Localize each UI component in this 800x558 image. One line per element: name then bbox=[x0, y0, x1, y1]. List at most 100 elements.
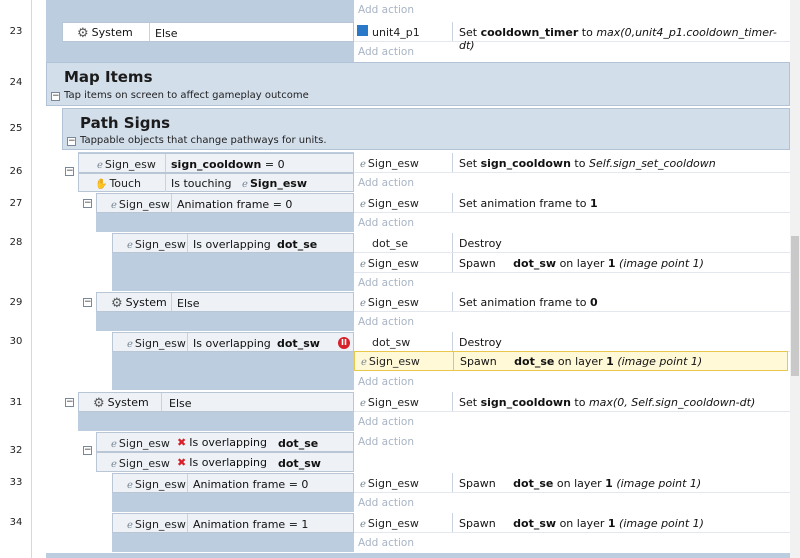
action-row[interactable]: ℯ Sign_esw Spawn dot_se on layer 1 (image… bbox=[354, 473, 790, 493]
sprite-icon: ℯ bbox=[361, 357, 367, 368]
condition-target: dot_se bbox=[278, 437, 319, 450]
breakpoint-icon[interactable]: II bbox=[338, 337, 350, 349]
system-object: ⚙ System bbox=[77, 26, 133, 41]
row-number-32: 32 bbox=[9, 445, 23, 456]
action-row[interactable]: ℯ Sign_esw Set animation frame to 0 bbox=[354, 292, 790, 312]
action-row-selected[interactable]: ℯ Sign_esw Spawn dot_se on layer 1 (image… bbox=[354, 351, 788, 371]
condition-object: ℯ Sign_esw bbox=[97, 158, 156, 171]
system-object: ⚙ System bbox=[111, 296, 167, 311]
action-row[interactable]: dot_se Destroy bbox=[354, 233, 790, 253]
condition-text: Else bbox=[155, 27, 178, 40]
scrollbar-thumb[interactable] bbox=[791, 236, 799, 376]
action-row[interactable]: unit4_p1 Set cooldown_timer to max(0,uni… bbox=[354, 22, 790, 52]
row-number-33: 33 bbox=[9, 477, 23, 488]
add-action-link[interactable]: Add action bbox=[358, 436, 414, 448]
sprite-icon: ℯ bbox=[127, 480, 133, 491]
event-28-condition[interactable]: ℯ Sign_esw Is overlapping dot_se bbox=[112, 233, 354, 253]
action-text: Spawn dot_se on layer 1 (image point 1) bbox=[459, 477, 702, 490]
action-object: ℯ Sign_esw bbox=[360, 257, 419, 270]
divider bbox=[149, 23, 150, 41]
collapse-toggle[interactable]: − bbox=[51, 92, 60, 101]
divider bbox=[161, 393, 162, 411]
row-number-27: 27 bbox=[9, 198, 23, 209]
add-action-link[interactable]: Add action bbox=[358, 4, 414, 16]
event-26-condition-1[interactable]: ℯ Sign_esw sign_cooldown = 0 bbox=[78, 153, 354, 173]
event-32-condition-1[interactable]: ℯ Sign_esw ✖ Is overlapping dot_se bbox=[96, 432, 354, 452]
add-action-link[interactable]: Add action bbox=[358, 217, 414, 229]
event-29-condition[interactable]: ⚙ System Else bbox=[96, 292, 354, 312]
group-title: Map Items bbox=[64, 68, 153, 86]
event-26-condition-2[interactable]: ✋ Touch Is touching ℯ Sign_esw bbox=[78, 173, 354, 192]
gear-icon: ⚙ bbox=[93, 396, 105, 411]
divider bbox=[452, 332, 453, 351]
event-33-actions: ℯ Sign_esw Spawn dot_se on layer 1 (image… bbox=[354, 473, 790, 512]
sprite-icon: ℯ bbox=[242, 179, 248, 190]
add-action-link[interactable]: Add action bbox=[358, 416, 414, 428]
action-row[interactable]: ℯ Sign_esw Set sign_cooldown to Self.sign… bbox=[354, 153, 790, 173]
divider bbox=[187, 333, 188, 351]
event-33-condition[interactable]: ℯ Sign_esw Animation frame = 0 bbox=[112, 473, 354, 493]
condition-object: ℯ Sign_esw bbox=[127, 478, 186, 491]
action-row[interactable]: ℯ Sign_esw Spawn dot_sw on layer 1 (image… bbox=[354, 253, 790, 273]
action-text: Spawn dot_sw on layer 1 (image point 1) bbox=[459, 257, 704, 270]
divider bbox=[187, 474, 188, 492]
event-31-condition[interactable]: ⚙ System Else bbox=[78, 392, 354, 412]
action-row[interactable]: ℯ Sign_esw Set animation frame to 1 bbox=[354, 193, 790, 213]
sprite-icon: ℯ bbox=[360, 398, 366, 409]
action-text: Set cooldown_timer to max(0,unit4_p1.coo… bbox=[459, 26, 777, 52]
divider bbox=[452, 392, 453, 411]
event-23-condition[interactable]: ⚙ System Else bbox=[62, 22, 354, 42]
action-area-prev[interactable]: Add action bbox=[354, 0, 790, 20]
divider bbox=[452, 153, 453, 172]
add-action-link[interactable]: Add action bbox=[358, 316, 414, 328]
collapse-toggle-26[interactable]: − bbox=[65, 167, 74, 176]
invert-x-icon: ✖ bbox=[177, 436, 187, 449]
event-32-condition-2[interactable]: ℯ Sign_esw ✖ Is overlapping dot_sw bbox=[96, 452, 354, 472]
gear-icon: ⚙ bbox=[77, 26, 89, 41]
event-30-condition[interactable]: ℯ Sign_esw Is overlapping dot_sw II bbox=[112, 332, 354, 352]
condition-text: Else bbox=[169, 397, 192, 410]
action-row[interactable]: dot_sw Destroy bbox=[354, 332, 790, 352]
collapse-toggle-31[interactable]: − bbox=[65, 398, 74, 407]
action-text: Set sign_cooldown to Self.sign_set_coold… bbox=[459, 157, 716, 170]
event-23-actions: unit4_p1 Set cooldown_timer to max(0,uni… bbox=[354, 22, 790, 62]
group-path-signs[interactable]: Path Signs − Tappable objects that chang… bbox=[62, 108, 790, 150]
condition-object: ℯ Sign_esw bbox=[111, 457, 170, 470]
event-26-actions: ℯ Sign_esw Set sign_cooldown to Self.sign… bbox=[354, 153, 790, 192]
sprite-icon: ℯ bbox=[360, 298, 366, 309]
add-action-link[interactable]: Add action bbox=[358, 177, 414, 189]
event-block-prev bbox=[46, 0, 354, 20]
divider bbox=[452, 253, 453, 272]
divider bbox=[187, 234, 188, 252]
divider bbox=[452, 22, 453, 41]
divider bbox=[187, 514, 188, 532]
row-number-25: 25 bbox=[9, 123, 23, 134]
add-action-link[interactable]: Add action bbox=[358, 537, 414, 549]
collapse-toggle-27[interactable]: − bbox=[83, 199, 92, 208]
row-number-24: 24 bbox=[9, 77, 23, 88]
add-action-link[interactable]: Add action bbox=[358, 277, 414, 289]
collapse-toggle-29[interactable]: − bbox=[83, 298, 92, 307]
condition-text: Is overlapping bbox=[193, 238, 271, 251]
group-title: Path Signs bbox=[80, 114, 171, 132]
condition-object: ✋ Touch bbox=[95, 177, 142, 190]
sprite-icon: ℯ bbox=[360, 199, 366, 210]
event-27-condition[interactable]: ℯ Sign_esw Animation frame = 0 bbox=[96, 193, 354, 213]
collapse-toggle-32[interactable]: − bbox=[83, 446, 92, 455]
add-action-link[interactable]: Add action bbox=[358, 497, 414, 509]
action-row[interactable]: ℯ Sign_esw Set sign_cooldown to max(0, Se… bbox=[354, 392, 790, 412]
collapse-toggle[interactable]: − bbox=[67, 137, 76, 146]
condition-text: Is touching ℯ Sign_esw bbox=[171, 177, 308, 190]
group-map-items[interactable]: Map Items − Tap items on screen to affec… bbox=[46, 62, 790, 106]
condition-text: ✖ Is overlapping bbox=[177, 436, 267, 449]
condition-text: Animation frame = 1 bbox=[193, 518, 309, 531]
action-row[interactable]: ℯ Sign_esw Spawn dot_sw on layer 1 (image… bbox=[354, 513, 790, 533]
gear-icon: ⚙ bbox=[111, 296, 123, 311]
condition-text: Else bbox=[177, 297, 200, 310]
action-text: Spawn dot_se on layer 1 (image point 1) bbox=[460, 355, 703, 368]
event-34-condition[interactable]: ℯ Sign_esw Animation frame = 1 bbox=[112, 513, 354, 533]
action-object: dot_se bbox=[372, 237, 409, 250]
add-action-link[interactable]: Add action bbox=[358, 46, 414, 58]
condition-object: ℯ Sign_esw bbox=[111, 198, 170, 211]
add-action-link[interactable]: Add action bbox=[358, 376, 414, 388]
